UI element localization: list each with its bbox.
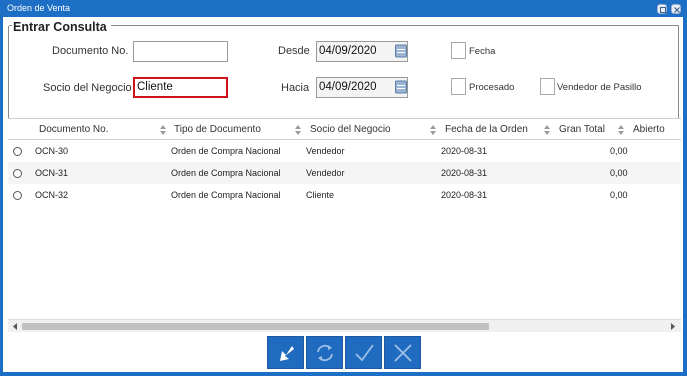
back-icon bbox=[280, 346, 294, 361]
title-bar: Orden de Venta bbox=[0, 0, 687, 17]
hacia-date-field[interactable]: 04/09/2020 bbox=[316, 77, 408, 98]
sort-icon[interactable] bbox=[430, 124, 436, 136]
dialog-window: Orden de Venta Entrar Consulta Documento… bbox=[0, 0, 687, 376]
procesado-checkbox-label: Procesado bbox=[469, 82, 515, 93]
cell-total: 0,00 bbox=[610, 190, 628, 200]
cell-fecha: 2020-08-31 bbox=[441, 190, 488, 200]
column-header-fecha[interactable]: Fecha de la Orden bbox=[445, 119, 528, 141]
row-select-radio[interactable] bbox=[13, 191, 22, 200]
fieldset-legend: Entrar Consulta bbox=[12, 20, 108, 34]
refresh-button[interactable] bbox=[306, 336, 343, 369]
results-table: Documento No. Tipo de Documento Socio de… bbox=[8, 118, 681, 332]
calendar-icon[interactable] bbox=[395, 80, 407, 94]
column-header-socio[interactable]: Socio del Negocio bbox=[310, 119, 391, 141]
ok-icon bbox=[355, 344, 374, 362]
sort-icon[interactable] bbox=[618, 124, 624, 136]
hacia-label: Hacia bbox=[281, 82, 310, 94]
scrollbar-thumb[interactable] bbox=[22, 323, 489, 330]
cell-socio: Cliente bbox=[306, 190, 335, 200]
scroll-right-icon[interactable] bbox=[669, 322, 677, 331]
maximize-icon[interactable] bbox=[657, 4, 667, 14]
cancel-icon bbox=[394, 344, 412, 362]
vendedor-pasillo-checkbox-label: Vendedor de Pasillo bbox=[557, 82, 642, 93]
cell-documento: OCN-30 bbox=[35, 146, 69, 156]
cell-total: 0,00 bbox=[610, 168, 628, 178]
vendedor-pasillo-checkbox[interactable] bbox=[540, 78, 555, 95]
close-window-icon[interactable] bbox=[671, 4, 681, 14]
ok-button[interactable] bbox=[345, 336, 382, 369]
documento-input[interactable] bbox=[133, 41, 228, 62]
cell-tipo: Orden de Compra Nacional bbox=[171, 168, 281, 178]
sort-icon[interactable] bbox=[544, 124, 550, 136]
cell-socio: Vendedor bbox=[306, 146, 345, 156]
cell-socio: Vendedor bbox=[306, 168, 345, 178]
cell-tipo: Orden de Compra Nacional bbox=[171, 190, 281, 200]
fieldset-border bbox=[111, 25, 679, 26]
cell-tipo: Orden de Compra Nacional bbox=[171, 146, 281, 156]
desde-label: Desde bbox=[278, 45, 310, 57]
fecha-checkbox[interactable] bbox=[451, 42, 466, 59]
documento-label: Documento No. bbox=[52, 45, 129, 57]
sort-icon[interactable] bbox=[160, 124, 166, 136]
sort-icon[interactable] bbox=[295, 124, 301, 136]
cell-documento: OCN-32 bbox=[35, 190, 69, 200]
horizontal-scrollbar[interactable] bbox=[8, 319, 681, 332]
back-button[interactable] bbox=[267, 336, 304, 369]
table-row[interactable]: OCN-32 Orden de Compra Nacional Cliente … bbox=[8, 184, 681, 206]
column-header-abierto[interactable]: Abierto bbox=[633, 119, 665, 141]
desde-date-field[interactable]: 04/09/2020 bbox=[316, 41, 408, 62]
column-header-tipo[interactable]: Tipo de Documento bbox=[174, 119, 261, 141]
procesado-checkbox[interactable] bbox=[451, 78, 466, 95]
row-select-radio[interactable] bbox=[13, 147, 22, 156]
refresh-icon bbox=[317, 344, 333, 362]
row-select-radio[interactable] bbox=[13, 169, 22, 178]
calendar-icon[interactable] bbox=[395, 44, 407, 58]
socio-label: Socio del Negocio bbox=[43, 82, 132, 94]
column-header-documento[interactable]: Documento No. bbox=[39, 119, 108, 141]
cell-documento: OCN-31 bbox=[35, 168, 69, 178]
column-header-total[interactable]: Gran Total bbox=[559, 119, 605, 141]
table-row[interactable]: OCN-30 Orden de Compra Nacional Vendedor… bbox=[8, 140, 681, 162]
cell-fecha: 2020-08-31 bbox=[441, 168, 488, 178]
socio-input[interactable]: Cliente bbox=[133, 77, 228, 98]
scroll-left-icon[interactable] bbox=[11, 322, 19, 331]
fecha-checkbox-label: Fecha bbox=[469, 46, 496, 57]
cell-fecha: 2020-08-31 bbox=[441, 146, 488, 156]
cancel-button[interactable] bbox=[384, 336, 421, 369]
window-title: Orden de Venta bbox=[7, 3, 71, 13]
dialog-content: Entrar Consulta Documento No. Desde 04/0… bbox=[3, 17, 683, 372]
cell-total: 0,00 bbox=[610, 146, 628, 156]
table-header: Documento No. Tipo de Documento Socio de… bbox=[8, 118, 681, 140]
table-row[interactable]: OCN-31 Orden de Compra Nacional Vendedor… bbox=[8, 162, 681, 184]
